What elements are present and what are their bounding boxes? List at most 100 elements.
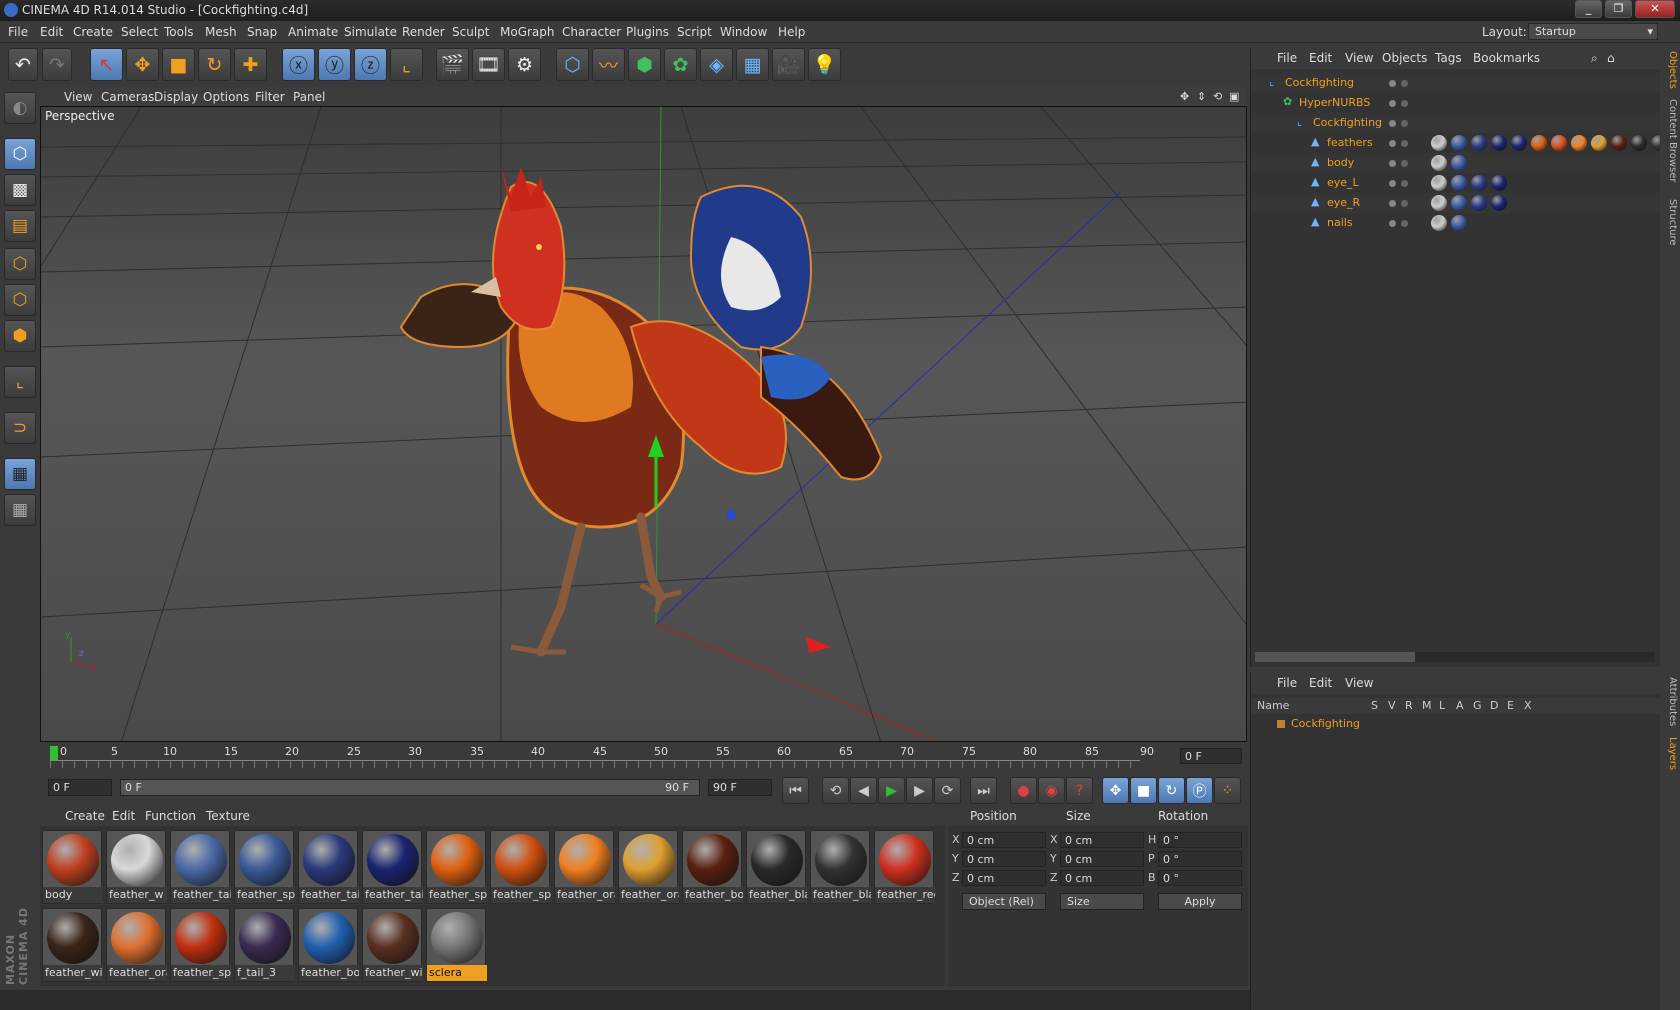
material-swatch[interactable]: feather_tai <box>362 830 423 904</box>
material-tag-icon[interactable] <box>1631 135 1647 151</box>
material-tag-icon[interactable] <box>1471 135 1487 151</box>
floor-button[interactable]: ▦ <box>736 48 769 81</box>
snap-button[interactable]: ⊃ <box>4 412 36 444</box>
rooster-model[interactable] <box>399 167 883 657</box>
render-dot[interactable] <box>1401 120 1408 127</box>
material-swatch[interactable]: feather_spi <box>490 830 551 904</box>
minimize-button[interactable]: _ <box>1575 0 1602 18</box>
object-row[interactable]: ⌞ Cockfighting <box>1251 113 1661 133</box>
layout-select[interactable]: Startup ▾ <box>1528 23 1658 40</box>
rotate-tool-button[interactable]: ↻ <box>198 48 231 81</box>
material-swatch[interactable]: feather_ora <box>618 830 679 904</box>
material-swatch[interactable]: feather_bla <box>746 830 807 904</box>
material-menu-function[interactable]: Function <box>145 809 196 823</box>
current-frame-field[interactable]: 0 F <box>1180 748 1242 764</box>
live-selection-tool-button[interactable]: ↖ <box>90 48 123 81</box>
layer-menu-edit[interactable]: Edit <box>1309 676 1332 690</box>
object-name[interactable]: Cockfighting <box>1313 116 1382 129</box>
material-tag-icon[interactable] <box>1431 215 1447 231</box>
key-parameter-button[interactable]: Ⓟ <box>1186 777 1213 804</box>
x-axis-lock-button[interactable]: ⓧ <box>282 48 315 81</box>
object-row[interactable]: ▲ nails <box>1251 213 1661 233</box>
material-menu-edit[interactable]: Edit <box>112 809 135 823</box>
visibility-dot[interactable] <box>1389 100 1396 107</box>
menu-edit[interactable]: Edit <box>40 25 63 39</box>
object-name[interactable]: HyperNURBS <box>1299 96 1370 109</box>
material-swatch[interactable]: feather_wi <box>42 908 103 982</box>
object-name[interactable]: body <box>1327 156 1354 169</box>
visibility-dot[interactable] <box>1389 180 1396 187</box>
material-swatch[interactable]: feather_spi <box>170 908 231 982</box>
texture-mode-button[interactable]: ▩ <box>4 174 36 206</box>
material-swatch[interactable]: feather_spi <box>234 830 295 904</box>
model-mode-button[interactable]: ⬡ <box>4 138 36 170</box>
menu-plugins[interactable]: Plugins <box>626 25 669 39</box>
material-menu-texture[interactable]: Texture <box>206 809 250 823</box>
layer-column-header[interactable]: R <box>1405 699 1413 712</box>
material-tag-icon[interactable] <box>1551 135 1567 151</box>
end-frame-field[interactable]: 90 F <box>708 779 772 796</box>
material-swatch[interactable]: body <box>42 830 103 904</box>
tab-objects[interactable]: Objects <box>1662 51 1678 89</box>
camera-button[interactable]: 🎥 <box>772 48 805 81</box>
material-tag-icon[interactable] <box>1431 135 1447 151</box>
menu-character[interactable]: Character <box>562 25 621 39</box>
autokey-button[interactable]: ◉ <box>1038 777 1065 804</box>
rotation-h-field[interactable]: 0 ° <box>1158 832 1242 848</box>
subdivision-surface-button[interactable]: ⬢ <box>628 48 661 81</box>
material-tag-icon[interactable] <box>1511 135 1527 151</box>
layer-row[interactable]: Cockfighting <box>1251 716 1661 732</box>
material-tag-icon[interactable] <box>1491 195 1507 211</box>
apply-button[interactable]: Apply <box>1158 893 1242 910</box>
material-tag-icon[interactable] <box>1591 135 1607 151</box>
render-dot[interactable] <box>1401 160 1408 167</box>
material-swatch[interactable]: feather_ora <box>554 830 615 904</box>
menu-sculpt[interactable]: Sculpt <box>452 25 489 39</box>
layer-column-header[interactable]: X <box>1524 699 1532 712</box>
size-x-field[interactable]: 0 cm <box>1060 832 1144 848</box>
material-tag-icon[interactable] <box>1571 135 1587 151</box>
visibility-dot[interactable] <box>1389 80 1396 87</box>
menu-script[interactable]: Script <box>677 25 712 39</box>
z-axis-lock-button[interactable]: ⓩ <box>354 48 387 81</box>
object-row[interactable]: ▲ body <box>1251 153 1661 173</box>
material-swatch[interactable]: feather_spi <box>426 830 487 904</box>
material-tag-icon[interactable] <box>1451 215 1467 231</box>
move-tool-button[interactable]: ✥ <box>126 48 159 81</box>
coordinate-system-button[interactable]: ⌞ <box>390 48 423 81</box>
layer-color-swatch[interactable] <box>1277 720 1285 728</box>
object-menu-view[interactable]: View <box>1345 51 1373 65</box>
perspective-viewport[interactable]: y xz Perspective <box>40 106 1247 742</box>
viewport-menu-display[interactable]: Display <box>154 90 198 104</box>
position-z-field[interactable]: 0 cm <box>962 870 1046 886</box>
object-row[interactable]: ▲ feathers <box>1251 133 1667 153</box>
object-menu-tags[interactable]: Tags <box>1435 51 1462 65</box>
rotation-p-field[interactable]: 0 ° <box>1158 851 1242 867</box>
size-z-field[interactable]: 0 cm <box>1060 870 1144 886</box>
x-axis-handle[interactable] <box>806 637 831 653</box>
material-swatch[interactable]: f_tail_3 <box>234 908 295 982</box>
position-x-field[interactable]: 0 cm <box>962 832 1046 848</box>
go-to-end-button[interactable]: ⏭ <box>970 777 997 804</box>
go-to-start-button[interactable]: ⏮ <box>782 777 809 804</box>
render-view-button[interactable]: 🎬 <box>436 48 469 81</box>
tab-layers[interactable]: Layers <box>1662 737 1678 770</box>
key-pla-button[interactable]: ⁘ <box>1214 777 1241 804</box>
material-tag-icon[interactable] <box>1471 195 1487 211</box>
material-tag-icon[interactable] <box>1531 135 1547 151</box>
cloner-button[interactable]: ✿ <box>664 48 697 81</box>
render-dot[interactable] <box>1401 100 1408 107</box>
next-frame-button[interactable]: ▶ <box>906 777 933 804</box>
cube-primitive-button[interactable]: ⬡ <box>556 48 589 81</box>
home-icon[interactable]: ⌂ <box>1607 51 1615 65</box>
tab-content-browser[interactable]: Content Browser <box>1662 99 1678 182</box>
material-swatch[interactable]: feather_ora <box>106 908 167 982</box>
material-tag-icon[interactable] <box>1611 135 1627 151</box>
material-tag-icon[interactable] <box>1451 175 1467 191</box>
menu-window[interactable]: Window <box>720 25 767 39</box>
visibility-dot[interactable] <box>1389 160 1396 167</box>
render-dot[interactable] <box>1401 220 1408 227</box>
menu-animate[interactable]: Animate <box>288 25 338 39</box>
object-row[interactable]: ▲ eye_L <box>1251 173 1661 193</box>
layer-column-header[interactable]: E <box>1507 699 1514 712</box>
